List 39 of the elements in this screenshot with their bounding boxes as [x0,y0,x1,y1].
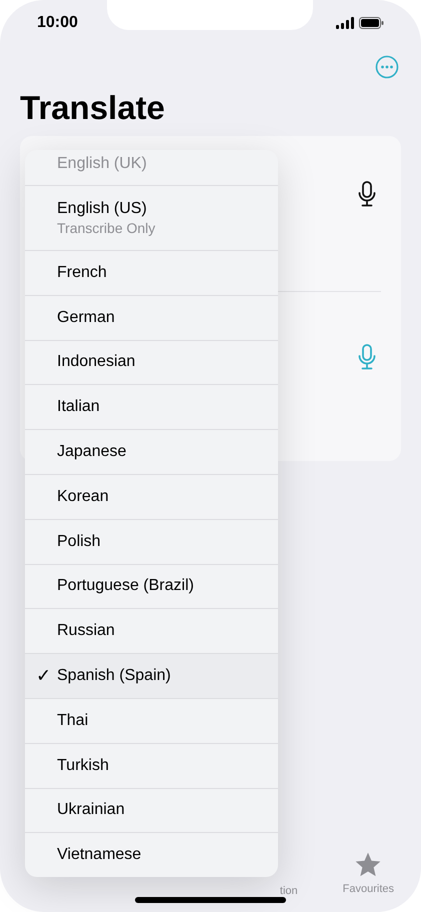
more-icon[interactable] [375,55,399,79]
language-name: Korean [57,486,110,507]
language-option[interactable]: Indonesian [25,340,278,384]
language-name: English (UK) [57,154,148,174]
language-name: French [57,262,108,283]
battery-icon [359,17,384,29]
language-name: Turkish [57,756,110,776]
language-name: Thai [57,710,90,731]
language-option[interactable]: Italian [25,384,278,430]
language-name: Polish [57,532,102,552]
language-name: Vietnamese [57,845,142,866]
language-option[interactable]: Vietnamese [25,832,278,877]
language-name: Russian [57,621,116,642]
language-option[interactable]: French [25,250,278,295]
language-option[interactable]: Thai [25,698,278,743]
language-name: Indonesian [57,352,136,372]
language-option[interactable]: ✓ Spanish (Spain) [25,653,278,698]
language-option[interactable]: Japanese [25,429,278,474]
language-option[interactable]: German [25,294,278,340]
language-name: Italian [57,397,101,418]
language-option[interactable]: Ukrainian [25,788,278,832]
signal-icon [336,17,354,29]
language-note: Transcribe Only [57,219,156,237]
language-name: Portuguese (Brazil) [57,576,195,596]
language-name: German [57,308,116,328]
microphone-icon[interactable] [358,181,376,207]
language-option[interactable]: Portuguese (Brazil) [25,564,278,608]
language-option[interactable]: Turkish [25,742,278,788]
status-time: 10:00 [37,13,78,33]
language-option[interactable]: Korean [25,474,278,519]
language-name: Japanese [57,442,128,462]
star-icon [354,852,382,878]
language-name: English (US) [57,199,148,219]
language-option[interactable]: English (US) Transcribe Only [25,185,278,250]
language-name: Ukrainian [57,800,126,820]
language-name: Spanish (Spain) [57,666,172,686]
checkmark: ✓ [36,664,51,688]
page-title: Translate [19,88,166,128]
language-option[interactable]: Polish [25,518,278,564]
